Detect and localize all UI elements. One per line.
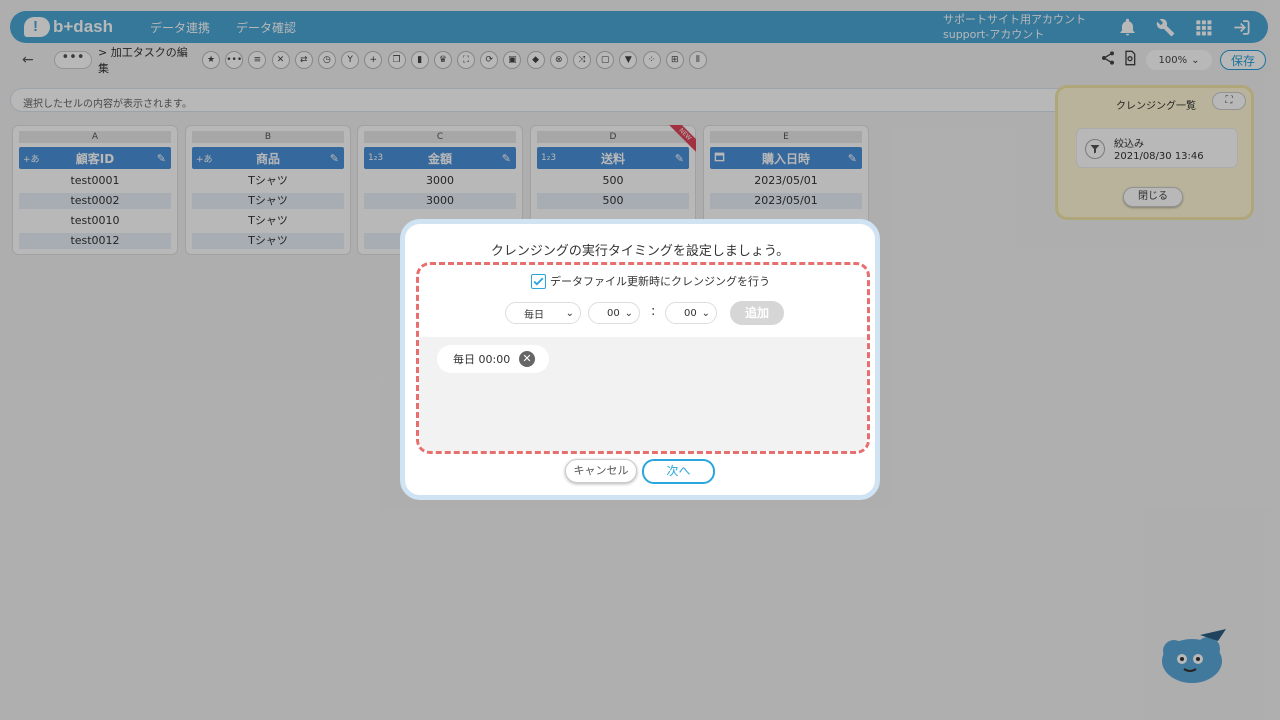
frequency-value: 毎日 [524,309,544,321]
time-separator: : [651,304,656,319]
hour-select[interactable]: 00 ⌄ [588,302,640,324]
frequency-select[interactable]: 毎日 ⌄ [505,302,581,324]
minute-select[interactable]: 00 ⌄ [665,302,717,324]
schedule-list: 毎日 00:00 ✕ [419,337,867,451]
highlight-region: データファイル更新時にクレンジングを行う 毎日 ⌄ 00 ⌄ : 00 ⌄ 追加… [416,262,870,454]
remove-icon[interactable]: ✕ [519,351,535,367]
update-trigger-option[interactable]: データファイル更新時にクレンジングを行う [531,273,770,289]
chevron-down-icon: ⌄ [624,307,633,319]
schedule-label: 毎日 00:00 [453,353,511,366]
check-icon [533,277,544,286]
chevron-down-icon: ⌄ [565,307,574,319]
schedule-chip: 毎日 00:00 ✕ [437,345,549,373]
add-schedule-button[interactable]: 追加 [730,301,784,325]
modal-title: クレンジングの実行タイミングを設定しましょう。 [490,244,790,259]
cancel-button[interactable]: キャンセル [565,459,637,483]
hour-value: 00 [607,307,620,319]
next-button[interactable]: 次へ [642,459,715,484]
checkbox-label: データファイル更新時にクレンジングを行う [550,275,770,288]
cleansing-timing-modal: クレンジングの実行タイミングを設定しましょう。 データファイル更新時にクレンジン… [400,219,880,500]
update-checkbox[interactable] [531,273,546,289]
minute-value: 00 [684,307,697,319]
chevron-down-icon: ⌄ [701,307,710,319]
